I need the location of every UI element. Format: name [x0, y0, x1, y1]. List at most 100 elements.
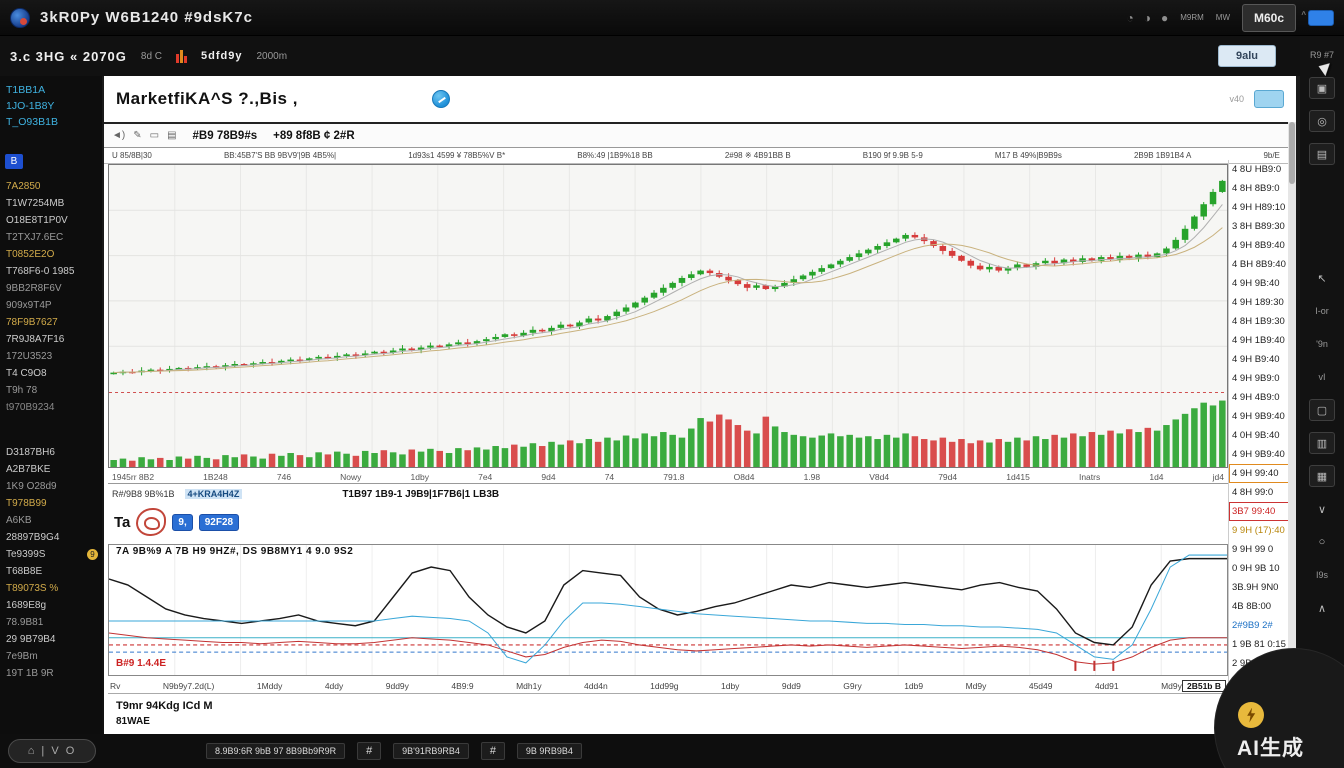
tool-icon[interactable]: ▤	[1309, 143, 1335, 165]
watchlist-item[interactable]: T768F6-0 1985	[0, 263, 102, 280]
price-level[interactable]: 4B 8B:00	[1229, 597, 1290, 616]
watchlist-item[interactable]: t970B9234	[0, 399, 102, 416]
tool-icon[interactable]: ↖	[1309, 267, 1335, 289]
price-level[interactable]: 4 9H 9B9:0	[1229, 369, 1290, 388]
toolbar-icon[interactable]: ▤	[167, 130, 176, 141]
price-level[interactable]: 4 9H B9:40	[1229, 350, 1290, 369]
tool-icon[interactable]	[1309, 176, 1335, 256]
toolbar-label-2[interactable]: +89 8f8B ¢ 2#R	[273, 130, 355, 142]
status-chip[interactable]: 8.9B9:6R 9bB 97 8B9Bb9R9R	[206, 743, 346, 759]
sidebar-link[interactable]: T_O93B1B	[0, 114, 102, 130]
tool-icon[interactable]: ▢	[1309, 399, 1335, 421]
price-level[interactable]: 4 8H 99:0	[1229, 483, 1290, 502]
candlestick-chart[interactable]	[108, 164, 1228, 468]
indicator-chart[interactable]	[108, 544, 1228, 676]
status-chip[interactable]: #	[480, 742, 505, 760]
clock-menu-button[interactable]: M60c ^	[1242, 3, 1306, 32]
watchlist-item[interactable]: 7R9J8A7F16	[0, 331, 102, 348]
watchlist-item[interactable]: D3187BH6	[0, 444, 102, 461]
watchlist-item[interactable]: A2B7BKE	[0, 461, 102, 478]
price-level[interactable]: 4 9H 9B9:40	[1229, 407, 1290, 426]
watchlist-item[interactable]: 9BB2R8F6V	[0, 280, 102, 297]
price-level[interactable]: 4 8H 1B9:30	[1229, 312, 1290, 331]
tool-icon[interactable]: ▥	[1309, 432, 1335, 454]
watchlist-item[interactable]: T68B8E	[0, 563, 102, 580]
sidebar-link[interactable]: 1JO-1B8Y	[0, 98, 102, 114]
price-level[interactable]: 4 8U HB9:0	[1229, 160, 1290, 179]
titlebar-blue-button[interactable]	[1308, 9, 1334, 26]
price-level[interactable]: 4 9H 9B9:40	[1229, 445, 1290, 464]
price-level[interactable]: 3B.9H 9N0	[1229, 578, 1290, 597]
price-level[interactable]: 4 9H 8B9:40	[1229, 236, 1290, 255]
watchlist-item[interactable]: 172U3523	[0, 348, 102, 365]
price-level[interactable]: 4 9H 9B:40	[1229, 274, 1290, 293]
toolbar-icon[interactable]: ✎	[133, 130, 141, 141]
tool-icon[interactable]: ∧	[1309, 597, 1335, 619]
tool-icon[interactable]: I9s	[1309, 564, 1335, 586]
indicator-selected-tab[interactable]: 4+KRA4H4Z	[184, 489, 243, 499]
price-level[interactable]: 4 9H 4B9:0	[1229, 388, 1290, 407]
price-level[interactable]: 4 9H 189:30	[1229, 293, 1290, 312]
price-level[interactable]: 3 8H B89:30	[1229, 217, 1290, 236]
price-level[interactable]: 9 9H 99 0	[1229, 540, 1290, 559]
tool-icon[interactable]: ▦	[1309, 465, 1335, 487]
watchlist-item[interactable]: T978B99	[0, 495, 102, 512]
watchlist-item[interactable]: T1W7254MB	[0, 195, 102, 212]
price-level[interactable]: 0 9H 9B 10	[1229, 559, 1290, 578]
price-level[interactable]: 4 9H 1B9:40	[1229, 331, 1290, 350]
sidebar-badge[interactable]: B	[5, 154, 23, 169]
watchlist-item[interactable]: 1K9 O28d9	[0, 478, 102, 495]
watchlist-item[interactable]: 909x9T4P	[0, 297, 102, 314]
price-level[interactable]: 3B7 99:40	[1229, 502, 1290, 521]
panel-header-button[interactable]	[1254, 90, 1284, 108]
titlebar-icon[interactable]: ●	[1161, 11, 1168, 25]
watchlist-item[interactable]: 19T 1B 9R	[0, 665, 102, 682]
price-level[interactable]: 4 9H H89:10	[1229, 198, 1290, 217]
panel-scrollbar[interactable]	[1288, 122, 1296, 724]
tool-icon[interactable]: vI	[1309, 366, 1335, 388]
tool-icon[interactable]: ∨	[1309, 498, 1335, 520]
info-badge-icon[interactable]	[431, 90, 450, 108]
logo-badge-2[interactable]: 92F28	[198, 513, 240, 531]
price-level[interactable]: 2#9B9 2#	[1229, 616, 1290, 635]
watchlist-item[interactable]: Te9399S 9	[0, 546, 102, 563]
scrollbar-thumb[interactable]	[1289, 122, 1295, 184]
tool-icon[interactable]: I-or	[1309, 300, 1335, 322]
watchlist-item[interactable]: O18E8T1P0V	[0, 212, 102, 229]
status-chip[interactable]: #	[357, 742, 382, 760]
watchlist-item[interactable]: A6KB	[0, 512, 102, 529]
watchlist-item[interactable]: T89073S %	[0, 580, 102, 597]
status-pill[interactable]: ⌂ | V O	[8, 739, 96, 763]
watchlist-item[interactable]: T0852E2O	[0, 246, 102, 263]
price-level[interactable]: 4 BH 8B9:40	[1229, 255, 1290, 274]
price-level[interactable]: 4 8H 8B9:0	[1229, 179, 1290, 198]
watchlist-item[interactable]: 78.9B81	[0, 614, 102, 631]
status-chip[interactable]: 9B'91RB9RB4	[393, 743, 469, 759]
watchlist-item[interactable]: 1689E8g	[0, 597, 102, 614]
watchlist-item[interactable]: 29 9B79B4	[0, 631, 102, 648]
watchlist-item[interactable]: T4 C9O8	[0, 365, 102, 382]
watchlist-item[interactable]: T2TXJ7.6EC	[0, 229, 102, 246]
watchlist-item[interactable]: 7A2850	[0, 178, 102, 195]
watchlist-item[interactable]: 7e9Bm	[0, 648, 102, 665]
logo-badge-1[interactable]: 9,	[172, 513, 193, 531]
toolbar-icon[interactable]: ▭	[150, 130, 159, 141]
watchlist-item[interactable]: T9h 78	[0, 382, 102, 399]
tool-icon[interactable]: '9n	[1309, 333, 1335, 355]
titlebar-icon[interactable]: ◔	[1126, 11, 1133, 25]
sidebar-link[interactable]: T1BB1A	[0, 82, 102, 98]
quote-action-button[interactable]: 9alu	[1218, 45, 1276, 67]
tool-icon[interactable]: ◎	[1309, 110, 1335, 132]
price-level[interactable]: 9 9H (17):40	[1229, 521, 1290, 540]
watchlist-item[interactable]: 78F9B7627	[0, 314, 102, 331]
titlebar-icon[interactable]: ◑	[1144, 11, 1151, 25]
watchlist-item[interactable]: 28897B9G4	[0, 529, 102, 546]
tool-icon[interactable]: ▣	[1309, 77, 1335, 99]
price-level[interactable]: 4 0H 9B:40	[1229, 426, 1290, 445]
symbol-code[interactable]: 3.c 3HG « 2070G	[10, 49, 127, 64]
tool-icon[interactable]: ○	[1309, 531, 1335, 553]
indicator-tabs-label[interactable]: R#/9B8 9B%1B	[112, 489, 175, 499]
price-level[interactable]: 4 9H 99:40	[1229, 464, 1290, 483]
status-chip[interactable]: 9B 9RB9B4	[516, 743, 582, 759]
toolbar-icon[interactable]: ◄)	[112, 130, 125, 141]
